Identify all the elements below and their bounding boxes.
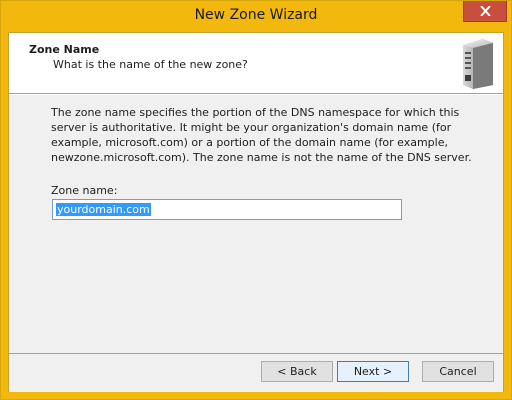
zone-name-input[interactable]: yourdomain.com — [52, 199, 402, 220]
button-bar: < Back Next > Cancel — [9, 353, 503, 392]
wizard-header: Zone Name What is the name of the new zo… — [9, 33, 503, 93]
title-bar[interactable]: New Zone Wizard — [1, 1, 511, 31]
wizard-body: The zone name specifies the portion of t… — [9, 95, 503, 353]
zone-name-value: yourdomain.com — [56, 203, 151, 216]
window-title: New Zone Wizard — [194, 7, 318, 23]
close-button[interactable] — [463, 1, 507, 22]
zone-description: The zone name specifies the portion of t… — [51, 106, 472, 164]
zone-name-label: Zone name: — [51, 184, 118, 197]
cancel-button[interactable]: Cancel — [422, 361, 494, 382]
wizard-window: New Zone Wizard Zone Name What is the na… — [0, 0, 512, 400]
next-button[interactable]: Next > — [337, 361, 409, 382]
close-icon — [480, 6, 491, 16]
page-subtitle: What is the name of the new zone? — [53, 58, 248, 71]
server-icon — [457, 37, 497, 92]
back-button[interactable]: < Back — [261, 361, 333, 382]
page-title: Zone Name — [29, 43, 100, 56]
wizard-client-area: Zone Name What is the name of the new zo… — [8, 32, 504, 392]
